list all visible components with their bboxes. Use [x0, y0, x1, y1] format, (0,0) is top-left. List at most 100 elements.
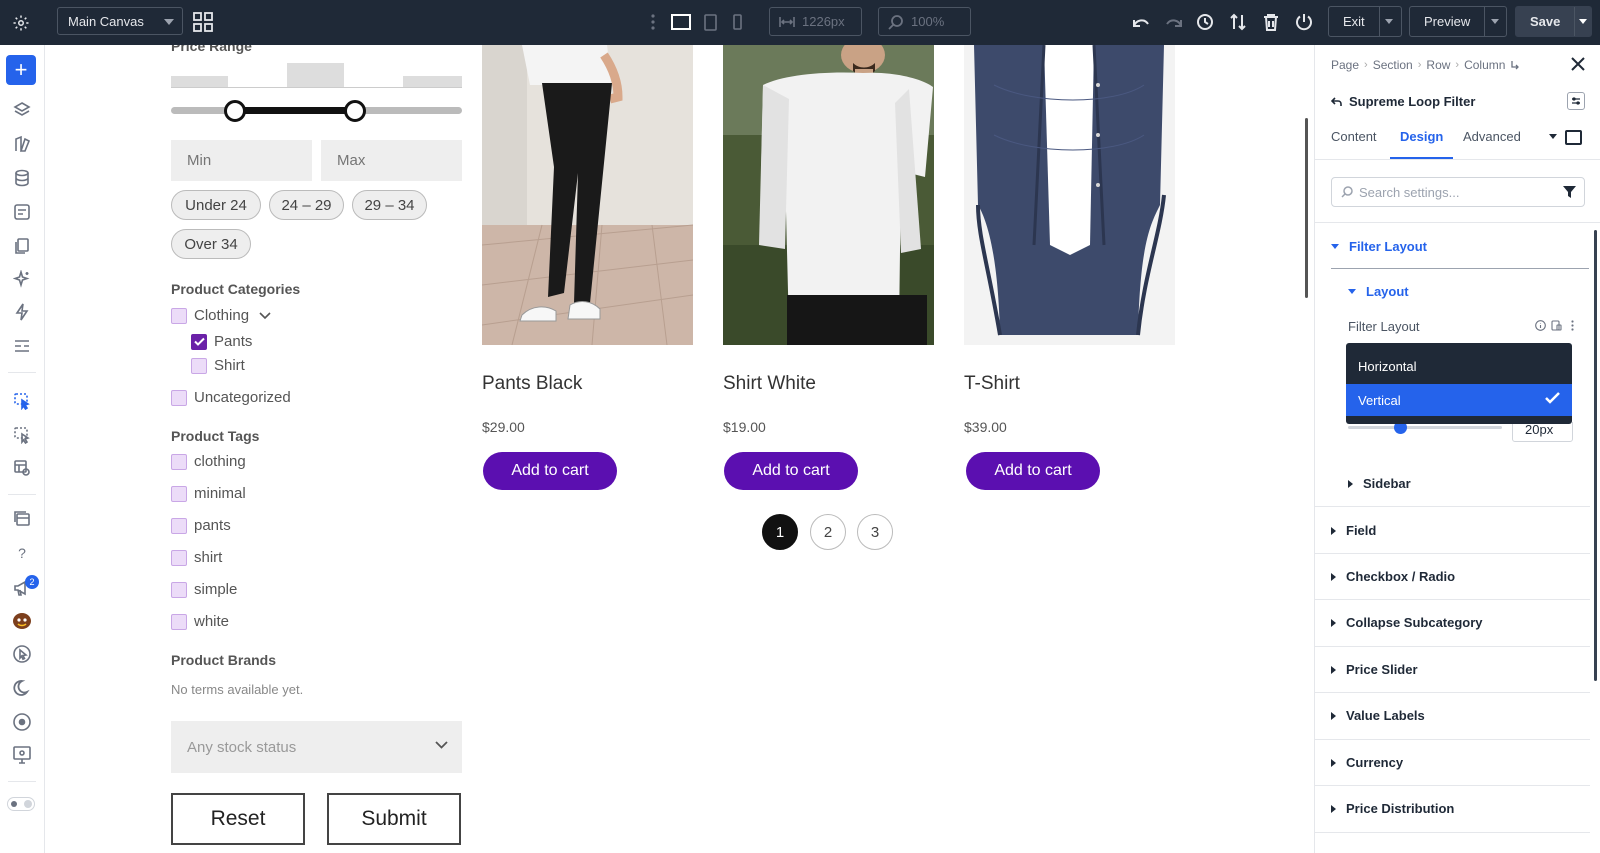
- product-image-shirt-white[interactable]: [723, 45, 934, 345]
- trash-icon[interactable]: [1260, 11, 1282, 33]
- avatar[interactable]: [10, 609, 34, 633]
- tab-advanced[interactable]: Advanced: [1463, 129, 1521, 144]
- group-price-distribution[interactable]: Price Distribution: [1331, 801, 1454, 816]
- back-arrow-icon[interactable]: [1331, 96, 1342, 107]
- canvas-scrollbar[interactable]: [1305, 118, 1308, 298]
- chevron-down-icon[interactable]: [259, 311, 271, 320]
- database-icon[interactable]: [10, 166, 34, 190]
- checkbox-checked[interactable]: [191, 333, 207, 350]
- price-chip-over-34[interactable]: Over 34: [171, 229, 251, 259]
- tag-minimal[interactable]: minimal: [171, 485, 246, 502]
- price-chip-24-29[interactable]: 24 – 29: [269, 190, 344, 220]
- page-2-button[interactable]: 2: [810, 514, 846, 550]
- panel-scrollbar[interactable]: [1594, 230, 1597, 681]
- checkbox[interactable]: [191, 357, 207, 374]
- category-clothing[interactable]: Clothing: [171, 307, 271, 324]
- product-name[interactable]: Shirt White: [723, 373, 816, 395]
- template-icon[interactable]: [10, 456, 34, 480]
- add-to-cart-button[interactable]: Add to cart: [966, 452, 1100, 490]
- target-icon[interactable]: [10, 710, 34, 734]
- phone-view-icon[interactable]: [729, 11, 745, 33]
- category-uncategorized[interactable]: Uncategorized: [171, 389, 291, 406]
- price-slider-min-handle[interactable]: [224, 100, 246, 122]
- subgroup-layout[interactable]: Layout: [1348, 284, 1409, 299]
- tablet-view-icon[interactable]: [700, 11, 720, 33]
- subgroup-sidebar[interactable]: Sidebar: [1348, 476, 1411, 491]
- cursor-icon[interactable]: [10, 642, 34, 666]
- price-chip-29-34[interactable]: 29 – 34: [352, 190, 427, 220]
- save-button[interactable]: Save: [1515, 6, 1592, 37]
- list-icon[interactable]: [10, 334, 34, 358]
- layers-icon[interactable]: [10, 98, 34, 122]
- filter-icon[interactable]: [1563, 186, 1576, 199]
- moon-icon[interactable]: [10, 676, 34, 700]
- product-name[interactable]: T-Shirt: [964, 373, 1020, 395]
- stock-status-select[interactable]: Any stock status: [171, 721, 462, 773]
- breadcrumb-section[interactable]: Section: [1373, 58, 1413, 72]
- product-image-pants-black[interactable]: [482, 45, 693, 345]
- group-filter-layout[interactable]: Filter Layout: [1331, 239, 1427, 254]
- sort-icon[interactable]: [1227, 11, 1249, 33]
- checkbox[interactable]: [171, 485, 187, 502]
- loop-builder-icon[interactable]: [10, 423, 34, 447]
- lightning-icon[interactable]: [10, 300, 34, 324]
- power-icon[interactable]: [1293, 11, 1315, 33]
- group-currency[interactable]: Currency: [1331, 755, 1403, 770]
- breadcrumb-row[interactable]: Row: [1426, 58, 1450, 72]
- price-chip-under-24[interactable]: Under 24: [171, 190, 261, 220]
- windows-icon[interactable]: [10, 507, 34, 531]
- chevron-down-icon[interactable]: [1574, 7, 1591, 36]
- tag-shirt[interactable]: shirt: [171, 549, 222, 566]
- page-3-button[interactable]: 3: [857, 514, 893, 550]
- checkbox[interactable]: [171, 307, 187, 324]
- submit-button[interactable]: Submit: [327, 793, 461, 845]
- group-collapse-subcategory[interactable]: Collapse Subcategory: [1331, 615, 1483, 630]
- option-vertical[interactable]: Vertical: [1346, 384, 1572, 416]
- grid-icon[interactable]: [192, 11, 214, 33]
- add-icon[interactable]: +: [6, 55, 36, 85]
- canvas-select[interactable]: Main Canvas: [57, 7, 183, 35]
- breadcrumb-page[interactable]: Page: [1331, 58, 1359, 72]
- group-field[interactable]: Field: [1331, 523, 1376, 538]
- group-checkbox-radio[interactable]: Checkbox / Radio: [1331, 569, 1455, 584]
- history-icon[interactable]: [1194, 11, 1216, 33]
- view-mode-icon[interactable]: [1565, 130, 1582, 145]
- chevron-down-icon[interactable]: [1484, 7, 1504, 36]
- breadcrumb-column[interactable]: Column: [1464, 58, 1505, 72]
- loop-filter-icon[interactable]: [10, 389, 34, 413]
- checkbox[interactable]: [171, 549, 187, 566]
- chevron-down-icon[interactable]: [1378, 7, 1399, 36]
- library-icon[interactable]: [10, 132, 34, 156]
- checkbox[interactable]: [171, 517, 187, 534]
- pages-icon[interactable]: [10, 234, 34, 258]
- tag-white[interactable]: white: [171, 613, 229, 630]
- category-shirt[interactable]: Shirt: [191, 357, 245, 374]
- tag-pants[interactable]: pants: [171, 517, 231, 534]
- chevron-down-icon[interactable]: [1549, 134, 1557, 139]
- checkbox[interactable]: [171, 453, 187, 470]
- tab-design[interactable]: Design: [1400, 129, 1443, 144]
- responsive-icon[interactable]: [1551, 320, 1562, 331]
- info-icon[interactable]: [1535, 320, 1546, 331]
- sparkle-icon[interactable]: [10, 267, 34, 291]
- zoom-field[interactable]: 100%: [878, 7, 971, 36]
- price-slider-max-handle[interactable]: [344, 100, 366, 122]
- add-to-cart-button[interactable]: Add to cart: [724, 452, 858, 490]
- category-pants[interactable]: Pants: [191, 333, 252, 350]
- canvas-width-field[interactable]: 1226px: [769, 7, 862, 36]
- tab-content[interactable]: Content: [1331, 129, 1377, 144]
- preview-button[interactable]: Preview: [1409, 6, 1507, 37]
- gear-icon[interactable]: [0, 0, 42, 45]
- desktop-view-icon[interactable]: [670, 11, 692, 33]
- toggle-switch[interactable]: [7, 792, 35, 816]
- add-to-cart-button[interactable]: Add to cart: [483, 452, 617, 490]
- group-price-slider[interactable]: Price Slider: [1331, 662, 1418, 677]
- tag-simple[interactable]: simple: [171, 581, 237, 598]
- product-image-t-shirt[interactable]: [964, 45, 1175, 345]
- checkbox[interactable]: [171, 389, 187, 406]
- tag-clothing[interactable]: clothing: [171, 453, 246, 470]
- exit-button[interactable]: Exit: [1328, 6, 1402, 37]
- undo-icon[interactable]: [1130, 11, 1152, 33]
- option-horizontal[interactable]: Horizontal: [1346, 350, 1572, 382]
- group-value-labels[interactable]: Value Labels: [1331, 708, 1425, 723]
